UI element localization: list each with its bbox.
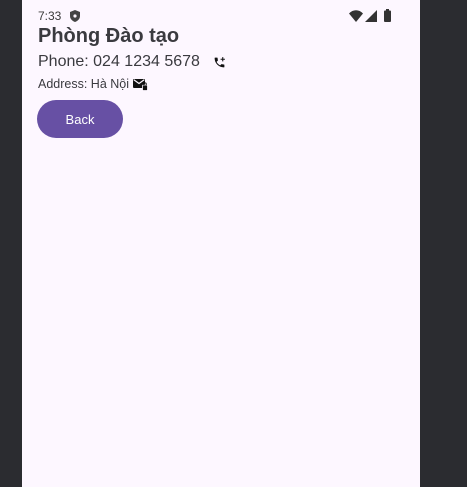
mail-lock-icon[interactable]	[133, 78, 148, 91]
app-screen: 7:33 Phòng Đào tạo Phone: 024 1234 5678 …	[22, 0, 420, 487]
phone-row: Phone: 024 1234 5678	[38, 51, 226, 73]
battery-icon	[384, 9, 391, 22]
add-call-icon[interactable]	[213, 56, 226, 69]
shield-icon	[70, 10, 80, 22]
back-button[interactable]: Back	[37, 100, 123, 138]
emulator-frame-right	[420, 0, 467, 487]
address: Address: Hà Nội	[38, 77, 130, 91]
page-title: Phòng Đào tạo	[38, 25, 180, 47]
phone-number: Phone: 024 1234 5678	[38, 53, 200, 70]
status-bar: 7:33	[22, 0, 420, 24]
emulator-frame-left	[0, 0, 22, 487]
address-row: Address: Hà Nội	[38, 76, 148, 92]
wifi-icon	[349, 10, 363, 22]
status-time: 7:33	[38, 9, 62, 23]
signal-icon	[365, 10, 377, 22]
